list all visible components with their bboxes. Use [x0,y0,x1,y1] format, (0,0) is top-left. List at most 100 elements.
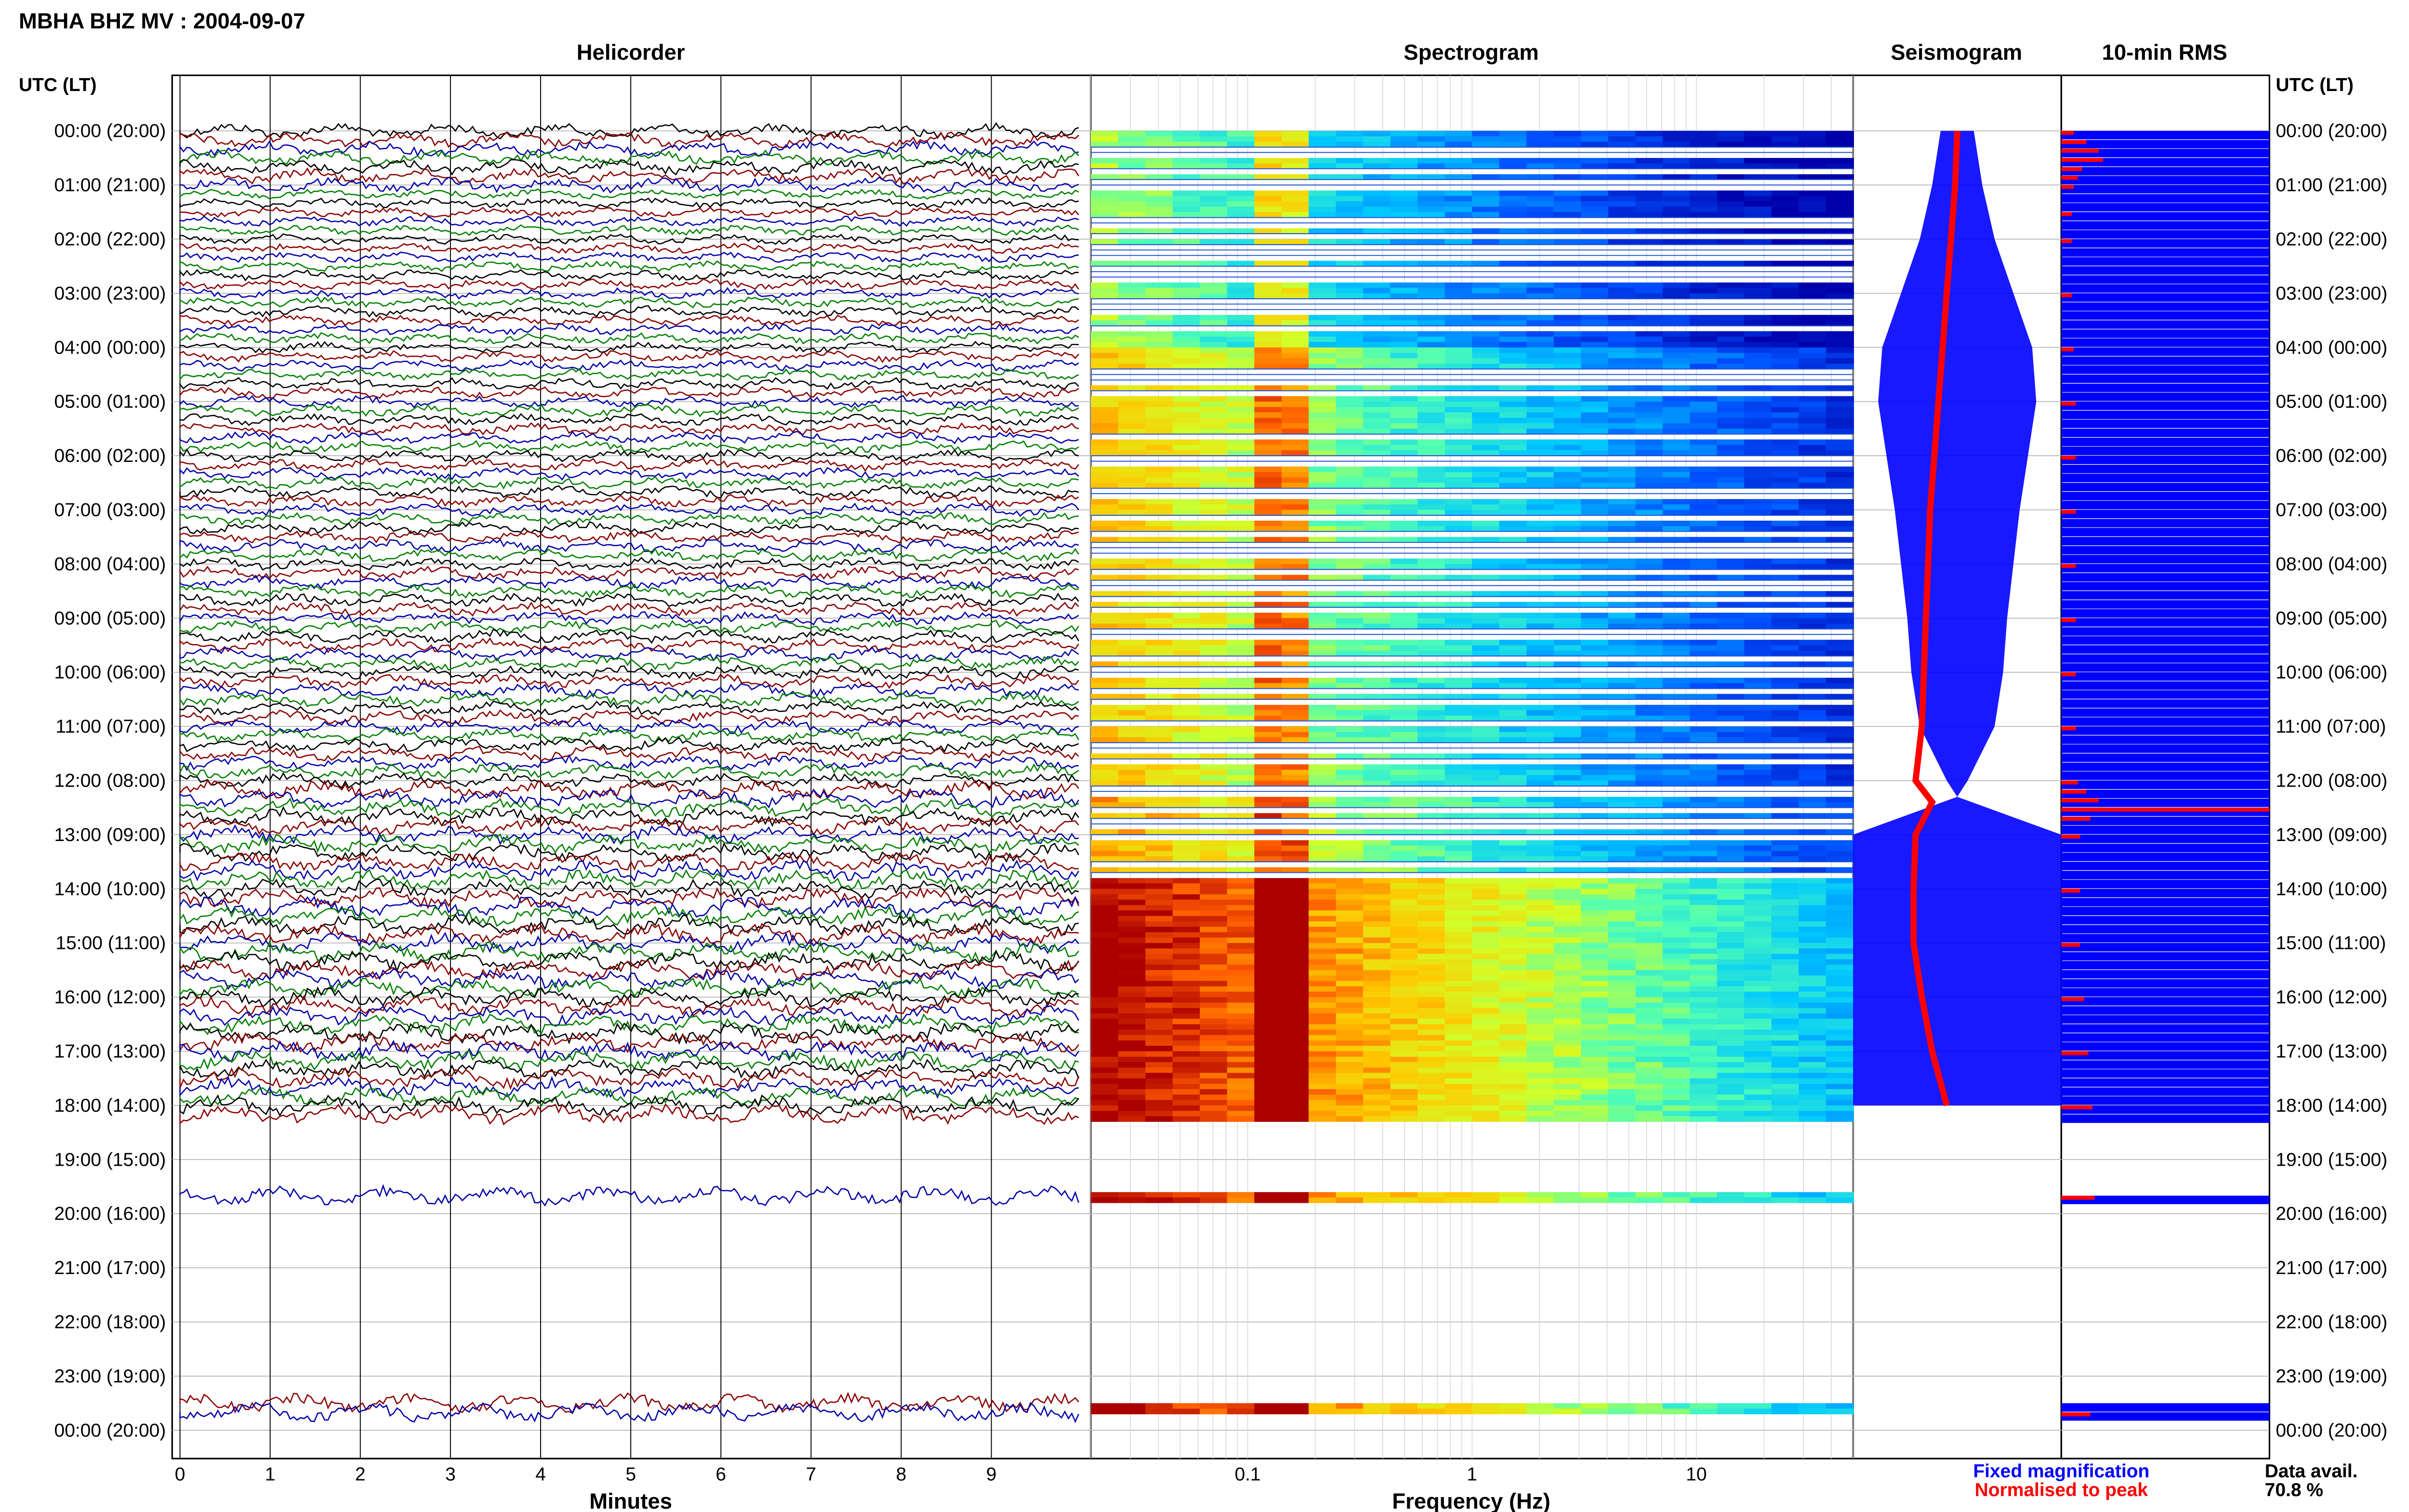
spectrogram-cell [1635,921,1664,927]
spectrogram-cell [1091,315,1119,321]
spectrogram-cell [1118,353,1146,359]
spectrogram-cell [1581,412,1609,418]
spectrogram-cell [1472,190,1500,197]
spectrogram-cell [1390,1100,1418,1106]
rms-fixed-bar [2061,573,2270,582]
spectrogram-cell [1499,1111,1527,1117]
spectrogram-cell [1662,564,1691,570]
spectrogram-cell [1390,364,1418,369]
spectrogram-cell [1472,288,1500,294]
rms-fixed-bar [2061,988,2270,997]
spectrogram-cell [1799,829,1827,835]
spectrogram-cell [1390,694,1418,700]
spectrogram-cell [1254,1192,1283,1198]
spectrogram-cell [1118,640,1146,645]
spectrogram-cell [1390,645,1418,651]
spectrogram-cell [1309,1100,1337,1106]
spectrogram-cell [1091,206,1119,212]
spectrogram-cell [1472,477,1500,483]
spectrogram-cell [1417,1094,1446,1101]
spectrogram-cell [1444,358,1473,364]
spectrogram-cell [1417,336,1446,342]
spectrogram-cell [1444,212,1473,218]
spectrogram-cell [1390,678,1418,684]
spectrogram-cell [1526,293,1555,299]
spectrogram-cell [1662,937,1691,944]
spectrogram-cell [1662,683,1691,689]
spectrogram-cell [1200,564,1228,570]
spectrogram-cell [1717,1035,1745,1041]
spectrogram-cell [1799,1078,1827,1084]
spectrogram-cell [1145,1067,1174,1073]
spectrogram-cell [1581,1040,1609,1046]
spectrogram-cell [1799,867,1827,873]
spectrogram-cell [1635,1078,1664,1084]
spectrogram-cell [1526,1073,1555,1079]
spectrogram-cell [1145,1046,1174,1052]
spectrogram-cell [1091,705,1119,710]
helicorder-trace [179,691,1079,708]
spectrogram-cell [1771,780,1800,787]
spectrogram-cell [1717,986,1745,992]
spectrogram-cell [1254,261,1283,267]
spectrogram-cell [1499,293,1527,299]
spectrogram-cell [1200,504,1228,510]
spectrogram-cell [1444,737,1473,743]
spectrogram-cell [1771,1035,1800,1041]
spectrogram-cell [1227,466,1256,473]
spectrogram-cell [1417,612,1446,618]
spectrogram-cell [1499,964,1527,971]
spectrogram-cell [1336,315,1364,321]
spectrogram-cell [1472,591,1500,597]
spectrogram-cell [1227,142,1256,147]
spectrogram-cell [1826,683,1854,689]
spectrogram-cell [1553,288,1582,294]
spectrogram-cell [1690,564,1718,570]
spectrogram-cell [1390,1078,1418,1084]
spectrogram-cell [1281,813,1310,819]
spectrogram-cell [1744,694,1773,700]
spectrogram-cell [1581,981,1609,987]
spectrogram-cell [1091,1008,1119,1014]
spectrogram-cell [1281,174,1310,180]
helicorder-trace [179,260,1079,272]
spectrogram-cell [1200,1008,1228,1014]
spectrogram-cell [1526,775,1555,781]
spectrogram-cell [1526,889,1555,894]
helicorder-trace [179,709,1079,725]
spectrogram-cell [1417,764,1446,770]
spectrogram-cell [1390,1008,1418,1014]
spectrogram-cell [1826,293,1854,299]
spectrogram-cell [1799,1084,1827,1090]
spectrogram-cell [1254,937,1283,944]
spectrogram-cell [1227,618,1256,624]
spectrogram-cell [1091,575,1119,581]
spectrogram-cell [1499,212,1527,218]
spectrogram-cell [1635,878,1664,884]
spectrogram-cell [1526,975,1555,981]
spectrogram-cell [1662,1024,1691,1030]
spectrogram-cell [1091,288,1119,294]
spectrogram-cell [1553,591,1582,597]
spectrogram-cell [1390,1056,1418,1063]
spectrogram-cell [1826,228,1854,234]
spectrogram-cell [1826,954,1854,960]
spectrogram-cell [1744,710,1773,716]
spectrogram-cell [1091,364,1119,369]
spectrogram-cell [1717,1018,1745,1025]
spectrogram-cell [1281,450,1310,456]
spectrogram-cell [1526,964,1555,971]
spectrogram-cell [1499,1056,1527,1063]
spectrogram-cell [1744,1002,1773,1009]
spectrogram-cell [1227,131,1256,137]
spectrogram-cell [1608,1046,1637,1052]
spectrogram-cell [1091,1062,1119,1068]
spectrogram-cell [1744,1013,1773,1019]
spectrogram-cell [1771,840,1800,846]
spectrogram-cell [1744,396,1773,402]
spectrogram-cell [1281,1111,1310,1117]
spectrogram-cell [1526,845,1555,852]
spectrogram-cell [1336,558,1364,565]
spectrogram-cell [1254,558,1283,565]
spectrogram-cell [1581,618,1609,624]
